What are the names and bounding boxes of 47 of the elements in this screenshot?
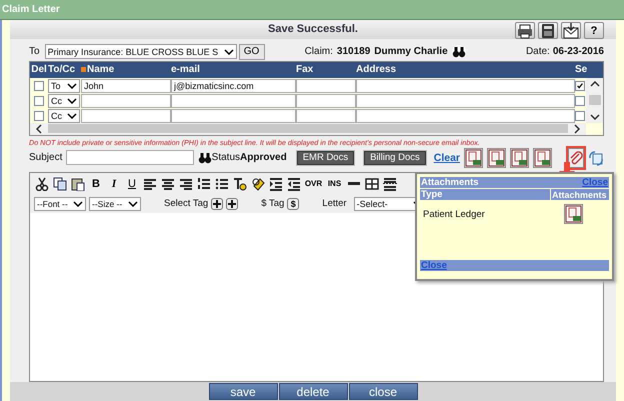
to-cc-dropdown[interactable]: To: [48, 78, 80, 93]
help-button[interactable]: ?: [584, 22, 604, 39]
action-button[interactable]: delete: [278, 383, 348, 400]
patient-name: Dummy Charlie: [374, 46, 448, 58]
select-tag-label: Select Tag: [164, 198, 208, 210]
status-label: Status: [212, 152, 240, 164]
column-header: Del: [30, 64, 48, 76]
attachment-type: Patient Ledger: [423, 208, 485, 220]
to-cc-dropdown[interactable]: Cc: [48, 94, 80, 108]
column-header: e-mail: [171, 64, 201, 76]
claim-number: 310189: [336, 46, 370, 58]
column-header: Attachments: [551, 189, 609, 200]
name-field[interactable]: John: [81, 78, 171, 93]
letter-label: Letter: [322, 198, 347, 210]
status-value: Approved: [240, 152, 287, 164]
email-field[interactable]: j@bizmaticsinc.com: [171, 78, 296, 93]
column-header: Se: [575, 64, 588, 76]
format-button[interactable]: U: [124, 175, 140, 192]
mode-button[interactable]: INS: [325, 175, 344, 192]
column-header: Fax: [296, 64, 314, 76]
subject-label: Subject: [29, 152, 62, 164]
size-dropdown[interactable]: --Size --: [89, 196, 141, 211]
font-dropdown[interactable]: --Font --: [34, 196, 86, 211]
action-button[interactable]: save: [208, 383, 278, 400]
docs-button[interactable]: Billing Docs: [364, 150, 426, 165]
action-button[interactable]: close: [348, 383, 418, 400]
date-value: 06-23-2016: [552, 46, 604, 58]
status-message: Save Successful.: [268, 23, 358, 36]
to-cc-dropdown[interactable]: Cc: [48, 108, 80, 123]
column-header: Address: [356, 64, 398, 76]
go-button[interactable]: GO: [238, 44, 265, 60]
mode-button[interactable]: OVR: [304, 175, 323, 192]
clear-link[interactable]: Clear: [434, 152, 460, 164]
column-header: Name: [81, 64, 171, 76]
claim-label: Claim:: [304, 46, 333, 58]
window-title: Claim Letter: [0, 0, 624, 20]
recipient-dropdown[interactable]: Primary Insurance: BLUE CROSS BLUE S: [44, 44, 237, 60]
column-header: Type: [420, 189, 550, 200]
to-label: To: [29, 46, 40, 58]
docs-button[interactable]: EMR Docs: [296, 150, 354, 165]
dollar-tag-label: $ Tag: [261, 198, 284, 210]
date-label: Date:: [526, 46, 550, 58]
column-header: To/Cc: [48, 64, 76, 76]
format-button[interactable]: I: [106, 175, 122, 192]
popup-title: Attachments: [421, 177, 479, 188]
format-button[interactable]: B: [88, 175, 104, 192]
dollar-tag-button[interactable]: $: [287, 198, 300, 210]
